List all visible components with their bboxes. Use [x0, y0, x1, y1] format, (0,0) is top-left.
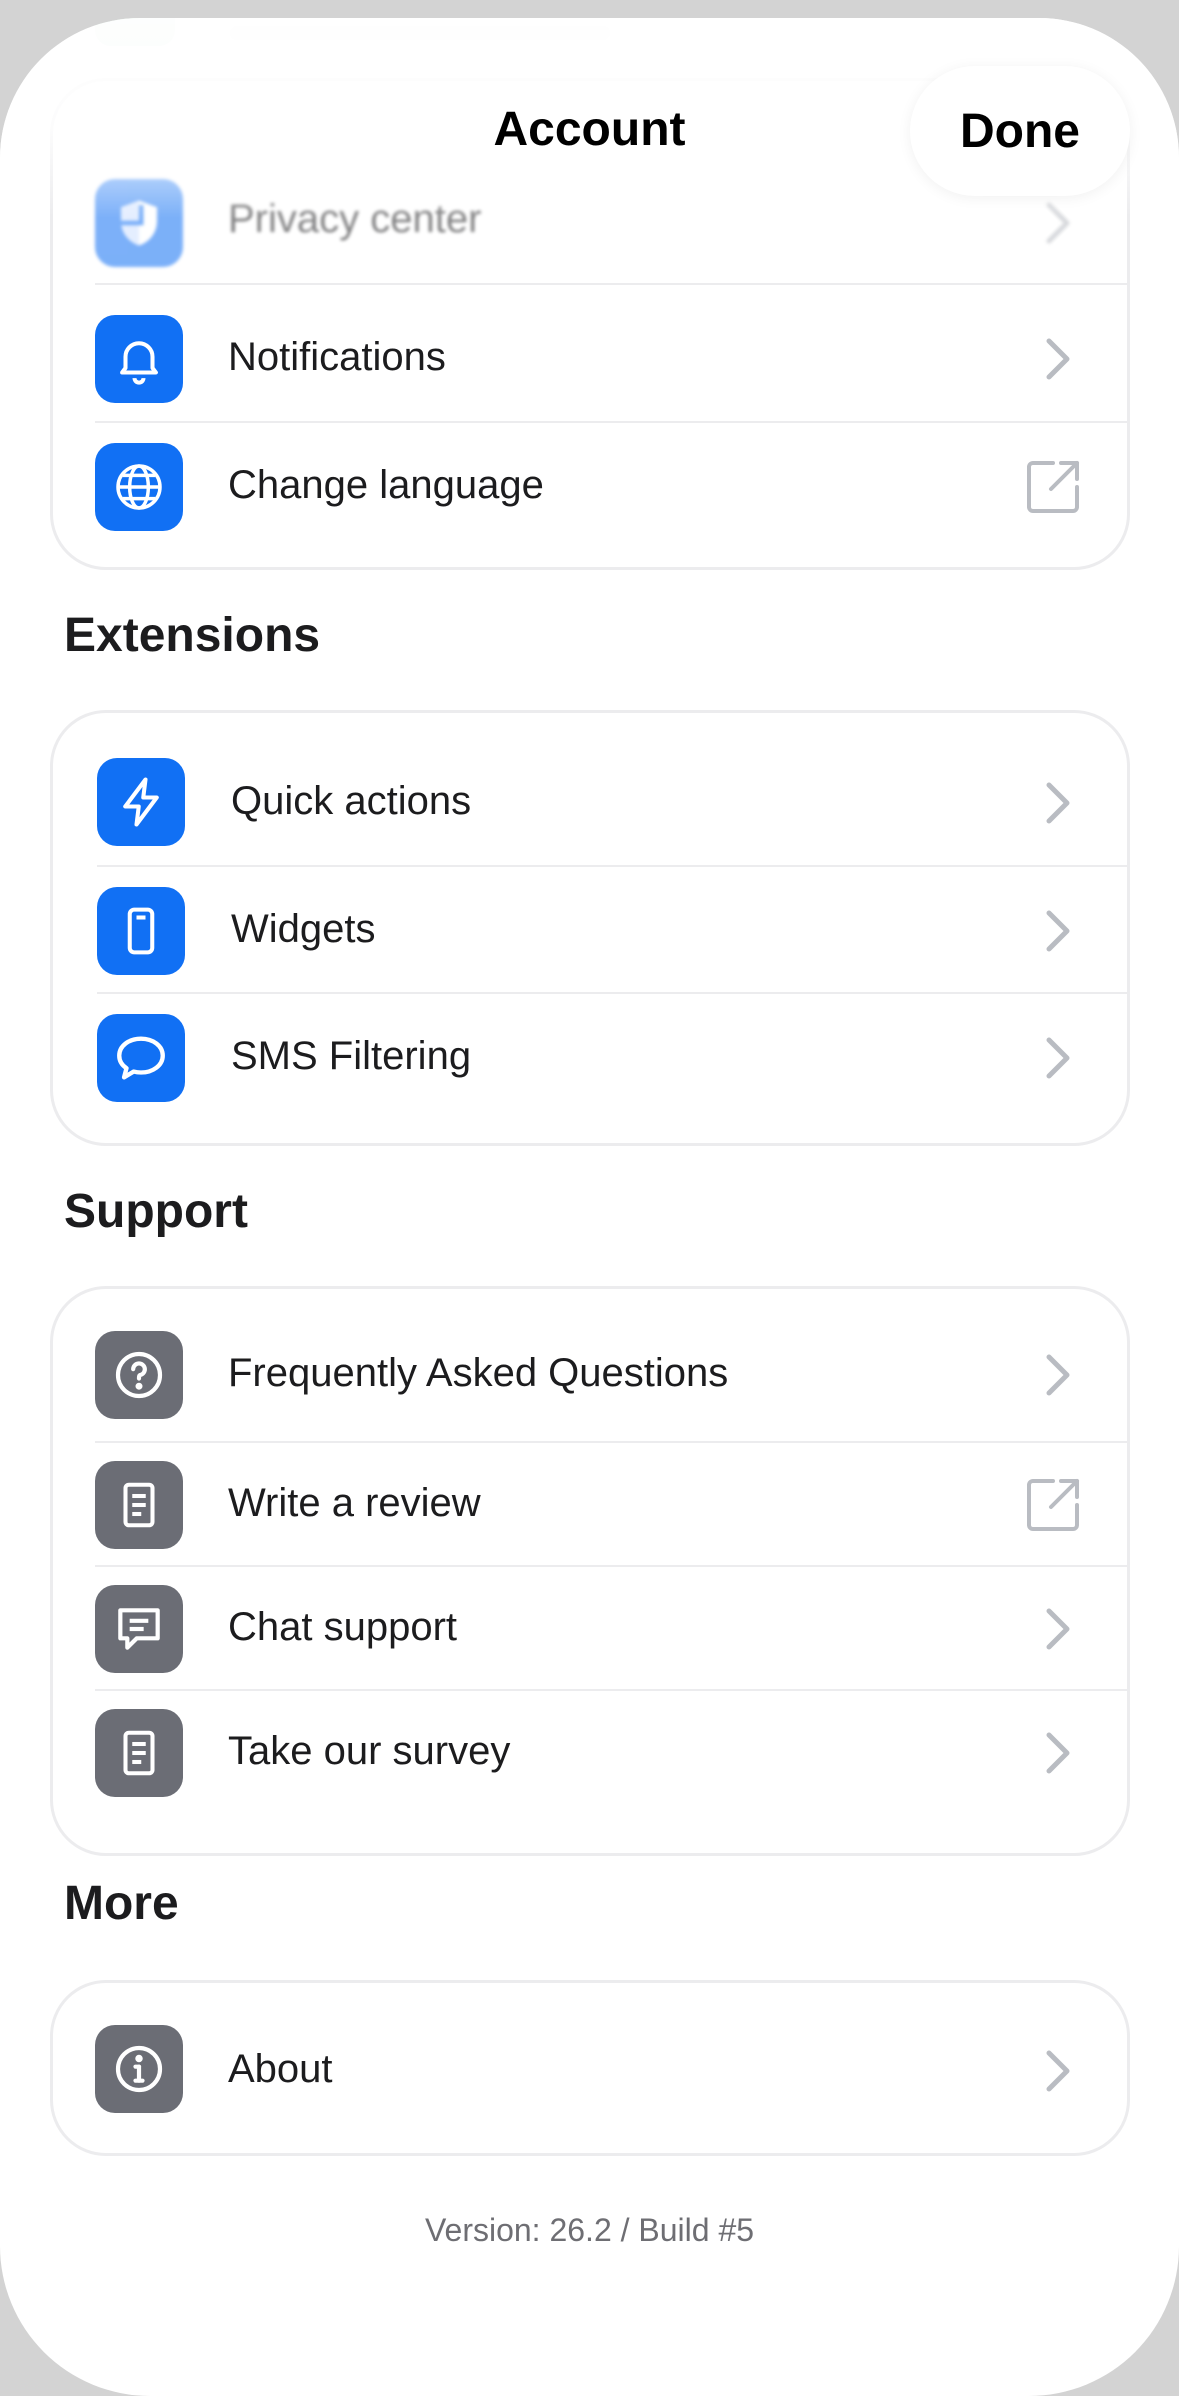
list-item-label: Write a review	[228, 1481, 481, 1525]
list-item-take-survey[interactable]: Take our survey	[53, 1691, 1127, 1831]
support-card: Frequently Asked Questions Write a revie…	[50, 1286, 1130, 1856]
account-sheet: Account Done Privacy center Notification…	[0, 18, 1179, 2396]
list-item-widgets[interactable]: Widgets	[53, 867, 1127, 994]
list-item-change-language[interactable]: Change language	[53, 425, 1127, 555]
chevron-right-icon	[1046, 1037, 1070, 1079]
bell-icon	[95, 315, 183, 403]
bolt-icon	[97, 758, 185, 846]
message-bubble-icon	[97, 1014, 185, 1102]
list-item-quick-actions[interactable]: Quick actions	[53, 713, 1127, 867]
globe-icon	[95, 443, 183, 531]
list-item-label: About	[228, 2047, 333, 2091]
document-icon	[95, 1461, 183, 1549]
list-item-label: Change language	[228, 463, 544, 507]
chevron-right-icon	[1046, 910, 1070, 952]
sheet-header: Account Done	[0, 18, 1179, 196]
list-item-label: SMS Filtering	[231, 1034, 472, 1078]
section-title-support: Support	[64, 1185, 248, 1238]
chevron-right-icon	[1046, 782, 1070, 824]
external-link-icon	[1027, 1479, 1079, 1531]
list-item-label: Frequently Asked Questions	[228, 1351, 729, 1395]
chevron-right-icon	[1046, 1354, 1070, 1396]
list-item-label: Chat support	[228, 1605, 458, 1649]
list-item-label: Widgets	[231, 907, 376, 951]
section-title-extensions: Extensions	[64, 609, 321, 662]
list-item-notifications[interactable]: Notifications	[53, 293, 1127, 423]
list-item-about[interactable]: About	[53, 1983, 1127, 2153]
widget-phone-icon	[97, 887, 185, 975]
extensions-card: Quick actions Widgets SMS Filtering	[50, 710, 1130, 1146]
document-icon	[95, 1709, 183, 1797]
list-item-faq[interactable]: Frequently Asked Questions	[53, 1289, 1127, 1443]
list-item-label: Notifications	[228, 335, 446, 379]
list-item-label: Quick actions	[231, 779, 472, 823]
version-label: Version: 26.2 / Build #5	[424, 2212, 755, 2248]
list-item-label: Take our survey	[228, 1729, 511, 1773]
section-title-more: More	[64, 1877, 179, 1930]
question-icon	[95, 1331, 183, 1419]
chevron-right-icon	[1046, 2050, 1070, 2092]
external-link-icon	[1027, 461, 1079, 513]
more-card: About	[50, 1980, 1130, 2156]
list-item-chat-support[interactable]: Chat support	[53, 1567, 1127, 1691]
chevron-right-icon	[1046, 1608, 1070, 1650]
list-item-write-review[interactable]: Write a review	[53, 1443, 1127, 1567]
list-item-sms-filtering[interactable]: SMS Filtering	[53, 994, 1127, 1124]
chevron-right-icon	[1046, 1732, 1070, 1774]
done-button[interactable]: Done	[910, 66, 1130, 196]
chat-icon	[95, 1585, 183, 1673]
info-icon	[95, 2025, 183, 2113]
chevron-right-icon	[1046, 338, 1070, 380]
